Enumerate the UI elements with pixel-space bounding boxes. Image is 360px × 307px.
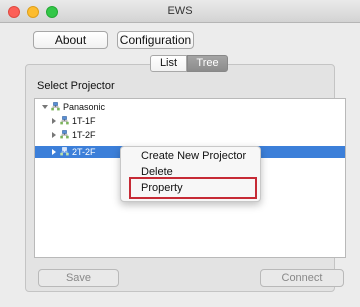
tree-item-label: 2T-2F (72, 147, 96, 157)
save-button[interactable]: Save (38, 269, 119, 287)
tree-item-label: 1T-1F (72, 116, 96, 126)
select-projector-label: Select Projector (37, 80, 115, 92)
tree-item-1t-1f[interactable]: 1T-1F (35, 115, 345, 127)
network-icon (60, 116, 69, 125)
configuration-button[interactable]: Configuration (117, 31, 194, 49)
tree-item-label: 1T-2F (72, 130, 96, 140)
disclosure-collapsed-icon[interactable] (52, 149, 56, 155)
connect-button[interactable]: Connect (260, 269, 344, 287)
disclosure-expanded-icon[interactable] (42, 105, 48, 109)
tree-item-panasonic[interactable]: Panasonic (35, 101, 345, 113)
list-view-tab[interactable]: List (150, 55, 187, 72)
network-icon (51, 102, 60, 111)
disclosure-collapsed-icon[interactable] (52, 118, 56, 124)
tree-view-tab[interactable]: Tree (187, 55, 228, 72)
about-button[interactable]: About (33, 31, 108, 49)
menu-item-create-new-projector[interactable]: Create New Projector (141, 150, 246, 162)
tree-item-1t-2f[interactable]: 1T-2F (35, 129, 345, 141)
network-icon (60, 130, 69, 139)
tree-item-label: Panasonic (63, 102, 106, 112)
disclosure-collapsed-icon[interactable] (52, 132, 56, 138)
window-title: EWS (167, 5, 193, 17)
network-icon (60, 147, 69, 156)
property-highlight-box (129, 177, 257, 199)
